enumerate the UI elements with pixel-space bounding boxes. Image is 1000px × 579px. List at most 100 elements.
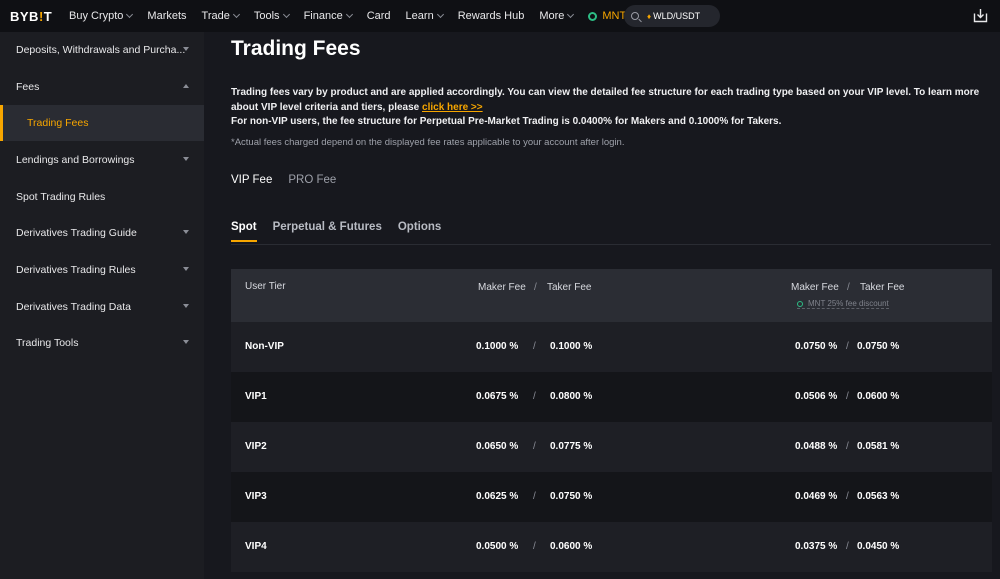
nav-item-label: Markets	[147, 10, 187, 22]
nav-item-tools[interactable]: Tools	[253, 10, 290, 22]
sidebar-item-label: Deposits, Withdrawals and Purcha...	[16, 44, 186, 56]
sidebar-item-label: Lendings and Borrowings	[16, 154, 135, 166]
sidebar-item-label: Derivatives Trading Data	[16, 301, 131, 313]
cell-taker-fee: 0.0750 %	[550, 491, 593, 502]
header-taker-fee: Taker Fee	[547, 282, 592, 293]
cell-taker-fee: 0.0800 %	[550, 391, 593, 402]
chevron-down-icon	[436, 10, 444, 19]
mnt-discount-label[interactable]: MNT 25% fee discount	[797, 299, 889, 309]
fee-table: User Tier Maker Fee / Taker Fee Maker Fe…	[231, 269, 992, 572]
fee-type-tabs: VIP Fee PRO Fee	[231, 174, 352, 186]
cell-maker-fee: 0.1000 %	[476, 341, 519, 352]
table-row: VIP2 0.0650 % / 0.0775 % 0.0488 % / 0.0581 %	[231, 422, 992, 472]
sidebar: Deposits, Withdrawals and Purcha... Fees T…	[0, 32, 204, 579]
fee-table-header: User Tier Maker Fee / Taker Fee Maker Fe…	[231, 269, 992, 322]
sidebar-item-label: Derivatives Trading Guide	[16, 227, 137, 239]
cell-tier: VIP3	[245, 491, 267, 502]
header-user-tier: User Tier	[245, 281, 286, 292]
cell-maker-fee-discount: 0.0750 %	[795, 341, 838, 352]
sidebar-item-derivatives-trading-rules[interactable]: Derivatives Trading Rules	[0, 252, 204, 288]
nav-item-label: Learn	[405, 10, 434, 22]
table-row: VIP1 0.0675 % / 0.0800 % 0.0506 % / 0.0600 %	[231, 372, 992, 422]
nav-item-trade[interactable]: Trade	[201, 10, 240, 22]
tab-spot[interactable]: Spot	[231, 221, 257, 242]
nav-item-label: Trade	[201, 10, 230, 22]
caret-down-icon	[183, 47, 189, 51]
bybit-logo[interactable]: BYB!T	[10, 9, 52, 24]
nav-item-markets[interactable]: Markets	[147, 10, 186, 22]
logo-text-main: BYB	[10, 9, 39, 24]
cell-taker-fee-discount: 0.0563 %	[857, 491, 900, 502]
sidebar-item-label: Spot Trading Rules	[16, 191, 106, 203]
search-icon	[631, 12, 639, 20]
sidebar-item-label: Fees	[16, 81, 40, 93]
search-value: WLD/USDT	[653, 11, 701, 21]
click-here-link[interactable]: click here >>	[422, 102, 483, 113]
cell-separator: /	[846, 491, 849, 502]
mnt-coin-icon	[588, 11, 598, 21]
nav-item-buy-crypto[interactable]: Buy Crypto	[69, 10, 134, 22]
sidebar-item-derivatives-trading-guide[interactable]: Derivatives Trading Guide	[0, 215, 204, 251]
cell-maker-fee-discount: 0.0375 %	[795, 541, 838, 552]
cell-separator: /	[533, 541, 536, 552]
chevron-down-icon	[567, 10, 575, 19]
nav-item-label: Rewards Hub	[457, 10, 525, 22]
download-icon[interactable]	[973, 8, 988, 23]
chevron-down-icon	[232, 10, 240, 19]
mnt-price-ticker[interactable]: MNT	[588, 10, 626, 22]
nav-item-learn[interactable]: Learn	[405, 10, 444, 22]
header-maker-fee: Maker Fee	[478, 282, 526, 293]
caret-down-icon	[183, 340, 189, 344]
fee-disclaimer: *Actual fees charged depend on the displ…	[231, 137, 625, 148]
nav-item-label: Finance	[303, 10, 343, 22]
tab-vip-fee[interactable]: VIP Fee	[231, 174, 272, 186]
header-separator: /	[847, 282, 850, 293]
cell-separator: /	[533, 341, 536, 352]
sidebar-item-label: Trading Tools	[16, 337, 79, 349]
cell-tier: VIP1	[245, 391, 267, 402]
tab-pro-fee[interactable]: PRO Fee	[288, 174, 336, 186]
nav-item-card[interactable]: Card	[367, 10, 391, 22]
chevron-down-icon	[126, 10, 134, 19]
tab-perpetual-futures[interactable]: Perpetual & Futures	[273, 221, 382, 242]
tab-options[interactable]: Options	[398, 221, 441, 242]
sidebar-item-label: Derivatives Trading Rules	[16, 264, 136, 276]
header-taker-fee-discount: Taker Fee	[860, 282, 905, 293]
chevron-down-icon	[282, 10, 290, 19]
fee-table-body: Non-VIP 0.1000 % / 0.1000 % 0.0750 % / 0.0750 …	[231, 322, 992, 572]
chevron-down-icon	[345, 10, 353, 19]
mnt-discount-text: MNT 25% fee discount	[808, 299, 889, 308]
cell-maker-fee: 0.0625 %	[476, 491, 519, 502]
caret-down-icon	[183, 304, 189, 308]
sidebar-item-spot-trading-rules[interactable]: Spot Trading Rules	[0, 179, 204, 215]
sidebar-item-lendings-and-borrowings[interactable]: Lendings and Borrowings	[0, 142, 204, 178]
header-separator: /	[534, 282, 537, 293]
nav-item-more[interactable]: More	[539, 10, 575, 22]
sidebar-item-trading-tools[interactable]: Trading Tools	[0, 325, 204, 361]
nav-item-finance[interactable]: Finance	[303, 10, 353, 22]
sidebar-item-fees[interactable]: Fees	[0, 69, 204, 105]
sidebar-item-derivatives-trading-data[interactable]: Derivatives Trading Data	[0, 289, 204, 325]
intro-paragraph: Trading fees vary by product and are app…	[231, 87, 980, 113]
cell-tier: VIP2	[245, 441, 267, 452]
search-box[interactable]: ♦ WLD/USDT	[624, 5, 720, 27]
logo-text-end: T	[43, 9, 53, 24]
cell-taker-fee: 0.1000 %	[550, 341, 593, 352]
sidebar-item-deposits-withdrawals-and-purcha[interactable]: Deposits, Withdrawals and Purcha...	[0, 32, 204, 68]
cell-maker-fee: 0.0500 %	[476, 541, 519, 552]
nav-item-label: Tools	[253, 10, 280, 22]
sidebar-item-trading-fees[interactable]: Trading Fees	[0, 105, 204, 141]
cell-taker-fee-discount: 0.0600 %	[857, 391, 900, 402]
cell-taker-fee-discount: 0.0750 %	[857, 341, 900, 352]
cell-taker-fee: 0.0600 %	[550, 541, 593, 552]
cell-separator: /	[846, 441, 849, 452]
caret-down-icon	[183, 157, 189, 161]
table-row: VIP4 0.0500 % / 0.0600 % 0.0375 % / 0.0450 %	[231, 522, 992, 572]
caret-up-icon	[183, 84, 189, 88]
pre-market-fee-note: For non-VIP users, the fee structure for…	[231, 116, 782, 127]
intro-text: Trading fees vary by product and are app…	[231, 86, 991, 130]
cell-separator: /	[846, 541, 849, 552]
nav-item-label: Card	[366, 10, 391, 22]
cell-taker-fee-discount: 0.0450 %	[857, 541, 900, 552]
nav-item-rewards-hub[interactable]: Rewards Hub	[458, 10, 525, 22]
